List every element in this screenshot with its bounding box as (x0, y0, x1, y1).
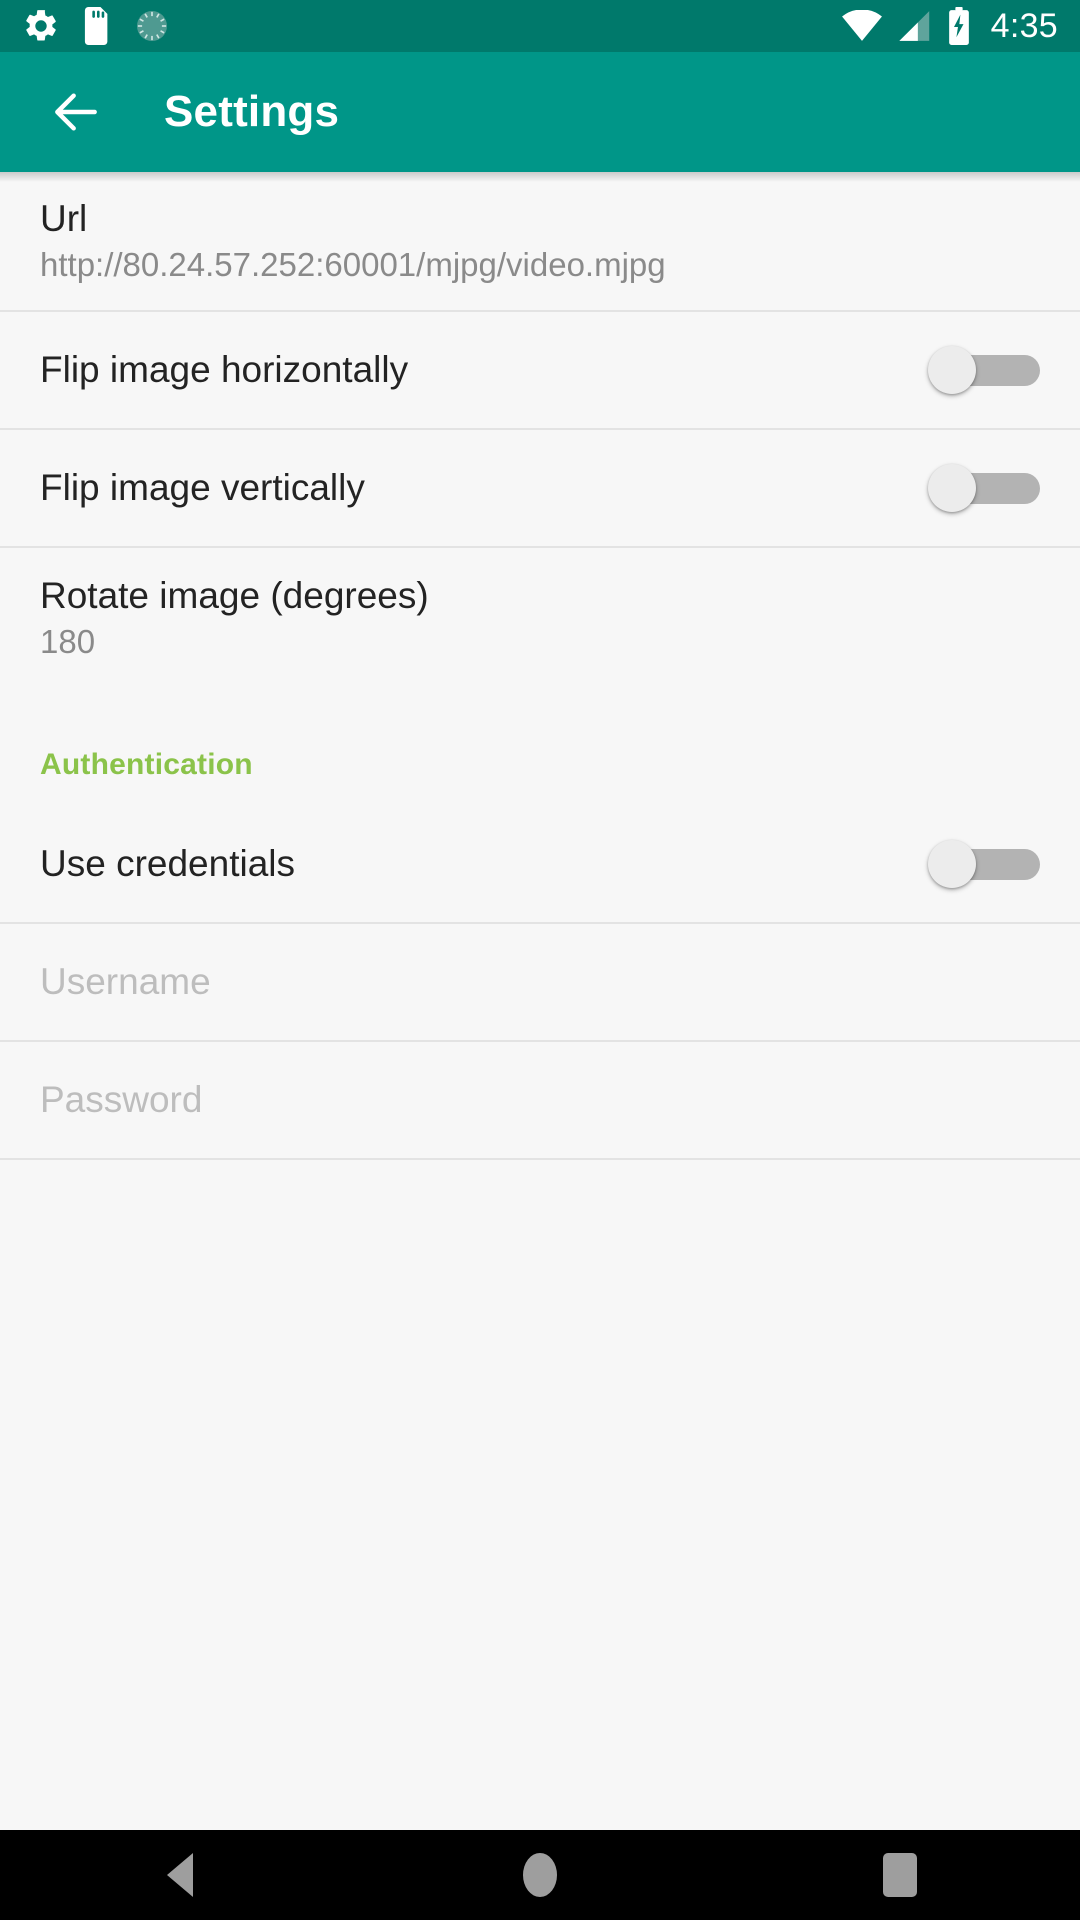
status-bar-right-icons: 4:35 (841, 7, 1058, 45)
setting-row-rotate[interactable]: Rotate image (degrees) 180 (0, 548, 1080, 688)
password-placeholder: Password (40, 1078, 203, 1120)
rotate-title: Rotate image (degrees) (40, 574, 429, 616)
square-recents-icon (883, 1853, 917, 1897)
nav-home-button[interactable] (460, 1830, 620, 1920)
system-navigation-bar (0, 1830, 1080, 1920)
flip-horizontal-toggle[interactable] (928, 344, 1040, 396)
arrow-back-icon[interactable] (48, 84, 104, 140)
use-credentials-toggle[interactable] (928, 838, 1040, 890)
nav-back-button[interactable] (100, 1830, 260, 1920)
setting-row-flip-vertical[interactable]: Flip image vertically (0, 430, 1080, 548)
rotate-value: 180 (40, 623, 96, 661)
battery-charging-icon (948, 7, 969, 45)
username-placeholder: Username (40, 960, 211, 1002)
flip-vertical-title: Flip image vertically (40, 467, 365, 509)
gear-icon (26, 10, 56, 41)
setting-row-use-credentials[interactable]: Use credentials (0, 806, 1080, 924)
empty-area (0, 1160, 1080, 1490)
status-bar-clock: 4:35 (990, 7, 1058, 45)
cell-signal-icon (898, 11, 929, 41)
flip-vertical-toggle[interactable] (928, 462, 1040, 514)
nav-recents-button[interactable] (820, 1830, 980, 1920)
wifi-icon (841, 10, 882, 41)
use-credentials-title: Use credentials (40, 843, 296, 885)
url-value: http://80.24.57.252:60001/mjpg/video.mjp… (40, 245, 666, 283)
setting-row-flip-horizontal[interactable]: Flip image horizontally (0, 312, 1080, 430)
settings-list: Url http://80.24.57.252:60001/mjpg/video… (0, 172, 1080, 1490)
circle-home-icon (523, 1853, 557, 1897)
triangle-back-icon (167, 1853, 193, 1897)
sd-card-icon (84, 7, 108, 45)
status-bar-left-icons (22, 7, 170, 45)
status-bar: 4:35 (0, 0, 1080, 52)
circular-progress-icon (137, 11, 167, 41)
flip-horizontal-title: Flip image horizontally (40, 349, 409, 391)
setting-row-url[interactable]: Url http://80.24.57.252:60001/mjpg/video… (0, 172, 1080, 312)
password-field-row[interactable]: Password (0, 1042, 1080, 1160)
toggle-thumb (928, 346, 976, 394)
toggle-thumb (928, 464, 976, 512)
toggle-thumb (928, 840, 976, 888)
section-header-authentication: Authentication (0, 688, 1080, 806)
username-field-row[interactable]: Username (0, 924, 1080, 1042)
phone-screen: 4:35 Settings Url http://80.24.57.252:60… (0, 0, 1080, 1920)
page-title: Settings (164, 87, 340, 136)
url-title: Url (40, 198, 88, 240)
app-bar: Settings (0, 52, 1080, 172)
